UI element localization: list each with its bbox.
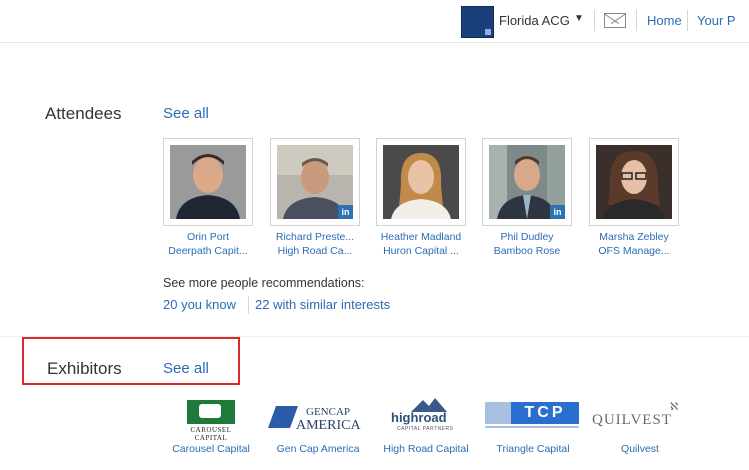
attendee-company: Bamboo Rose: [493, 245, 561, 257]
divider: [248, 296, 249, 314]
carousel-capital-logo: CAROUSEL CAPITAL: [179, 398, 243, 442]
divider: [594, 10, 595, 31]
exhibitor-item[interactable]: CAROUSEL CAPITAL Carousel Capital: [166, 398, 256, 455]
top-navigation-bar: Florida ACG ▼ Home Your P: [0, 0, 749, 43]
attendee-card[interactable]: Heather Madland Huron Capital ...: [374, 138, 468, 257]
exhibitor-item[interactable]: highroad CAPITAL PARTNERS High Road Capi…: [376, 398, 476, 455]
exhibitor-item[interactable]: GENCAP AMERICA Gen Cap America: [267, 398, 366, 455]
more-recommendations-label: See more people recommendations:: [163, 276, 365, 290]
exhibitor-name[interactable]: Gen Cap America: [270, 443, 366, 455]
attendee-company: Deerpath Capit...: [168, 245, 248, 257]
attendee-photo: [596, 145, 672, 219]
nav-link-home[interactable]: Home: [647, 13, 682, 28]
mail-icon[interactable]: [604, 13, 626, 28]
attendee-card[interactable]: in Phil Dudley Bamboo Rose: [480, 138, 574, 257]
organization-switcher[interactable]: Florida ACG: [499, 13, 570, 28]
attendee-name[interactable]: Orin Port: [161, 231, 255, 243]
exhibitors-see-all-link[interactable]: See all: [163, 360, 209, 377]
chevron-down-icon[interactable]: ▼: [574, 13, 584, 24]
attendee-card[interactable]: Orin Port Deerpath Capit...: [161, 138, 255, 257]
attendee-company: High Road Ca...: [277, 245, 353, 257]
divider: [687, 10, 688, 31]
attendee-name[interactable]: Phil Dudley: [480, 231, 574, 243]
exhibitor-name[interactable]: Triangle Capital: [485, 443, 581, 455]
quilvest-emblem-icon: ℵ: [670, 401, 679, 413]
linkedin-icon[interactable]: in: [338, 205, 353, 219]
nav-link-profile[interactable]: Your P: [697, 13, 736, 28]
triangle-capital-logo: TCP: [485, 398, 581, 438]
organization-logo-icon[interactable]: [461, 6, 494, 38]
attendee-photo: [170, 145, 246, 219]
attendees-see-all-link[interactable]: See all: [163, 105, 209, 122]
attendees-heading: Attendees: [45, 104, 122, 123]
linkedin-icon[interactable]: in: [550, 205, 565, 219]
exhibitor-name[interactable]: Quilvest: [592, 443, 688, 455]
attendee-photo-frame: [589, 138, 679, 226]
attendee-name[interactable]: Heather Madland: [374, 231, 468, 243]
attendee-name[interactable]: Richard Preste...: [268, 231, 362, 243]
divider: [636, 10, 637, 31]
attendee-company: Huron Capital ...: [383, 245, 459, 257]
you-know-link[interactable]: 20 you know: [163, 297, 236, 312]
attendee-company: OFS Manage...: [598, 245, 670, 257]
exhibitor-item[interactable]: QUILVEST ℵ Quilvest: [592, 398, 688, 455]
exhibitor-name[interactable]: Carousel Capital: [166, 443, 256, 455]
attendee-photo-frame: [376, 138, 466, 226]
attendee-photo-frame: in: [270, 138, 360, 226]
exhibitor-name[interactable]: High Road Capital: [376, 443, 476, 455]
quilvest-logo: QUILVEST ℵ: [592, 401, 679, 428]
high-road-capital-logo: highroad CAPITAL PARTNERS: [381, 398, 471, 438]
attendee-name[interactable]: Marsha Zebley: [587, 231, 681, 243]
exhibitors-heading: Exhibitors: [47, 359, 122, 378]
attendee-photo-frame: in: [482, 138, 572, 226]
attendee-card[interactable]: Marsha Zebley OFS Manage...: [587, 138, 681, 257]
attendee-photo: [383, 145, 459, 219]
gen-cap-america-logo: GENCAP AMERICA: [267, 398, 366, 438]
attendee-photo-frame: [163, 138, 253, 226]
exhibitor-item[interactable]: TCP Triangle Capital: [485, 398, 581, 455]
similar-interests-link[interactable]: 22 with similar interests: [255, 297, 390, 312]
attendee-card[interactable]: in Richard Preste... High Road Ca...: [268, 138, 362, 257]
